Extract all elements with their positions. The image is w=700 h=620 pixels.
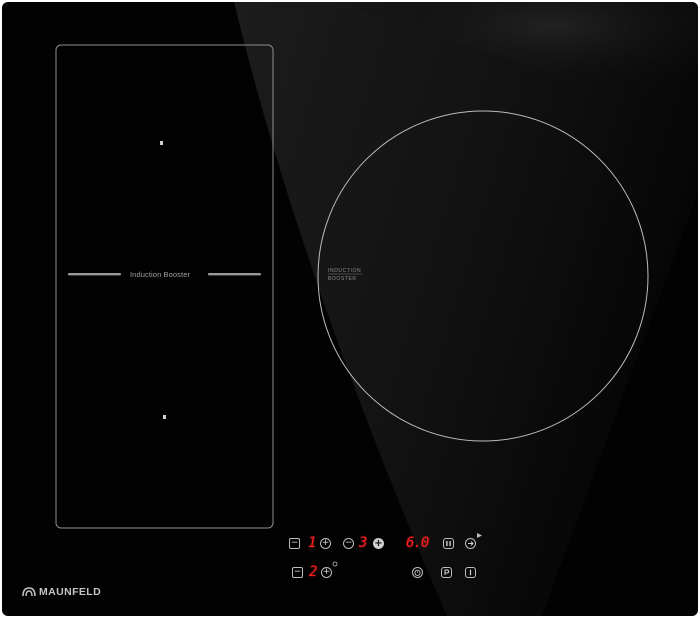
- flex-zone-outline: [55, 44, 274, 529]
- round-zone-label-line2: BOOSTER: [328, 276, 357, 282]
- zone2-level-display: 3: [359, 535, 368, 551]
- signal-indicator-icon: [477, 533, 482, 538]
- zone3-minus-button[interactable]: −: [292, 567, 303, 578]
- flex-mode-button[interactable]: [465, 538, 476, 549]
- zone3-level-display: 2: [309, 564, 318, 580]
- arrow-right-icon: [468, 541, 474, 546]
- brand-name: MAUNFELD: [39, 585, 102, 598]
- zone2-plus-button[interactable]: +: [373, 538, 384, 549]
- flex-zone-marker-top: [160, 141, 163, 145]
- bridge-line-left: [68, 273, 121, 276]
- flex-zone-marker-bottom: [163, 415, 166, 419]
- power-icon: [469, 569, 472, 576]
- round-zone-label-line1: INDUCTION: [328, 268, 362, 274]
- bridge-line-right: [208, 273, 261, 276]
- pause-button[interactable]: [443, 538, 454, 549]
- timer-display: 6.0: [406, 535, 429, 551]
- flex-zone-label: Induction Booster: [130, 270, 191, 279]
- zone3-boost-indicator-icon: [332, 561, 338, 567]
- zone1-level-display: 1: [308, 535, 317, 551]
- zone1-minus-button[interactable]: −: [289, 538, 300, 549]
- hob-surface-art: [55, 2, 698, 616]
- timer-button[interactable]: [412, 567, 423, 578]
- power-on-off-button[interactable]: [465, 567, 476, 578]
- zone1-plus-button[interactable]: +: [320, 538, 331, 549]
- induction-hob-glass-panel: Induction Booster INDUCTION BOOSTER − 1 …: [2, 2, 698, 616]
- zone2-minus-button[interactable]: −: [343, 538, 354, 549]
- brand-logo: MAUNFELD: [22, 585, 101, 599]
- maunfeld-logo-icon: [22, 587, 36, 597]
- clock-icon: [414, 569, 421, 576]
- zone3-plus-button[interactable]: +: [321, 567, 332, 578]
- p-letter-icon: [444, 569, 450, 575]
- power-boost-button[interactable]: [441, 567, 452, 578]
- pause-icon: [446, 541, 451, 546]
